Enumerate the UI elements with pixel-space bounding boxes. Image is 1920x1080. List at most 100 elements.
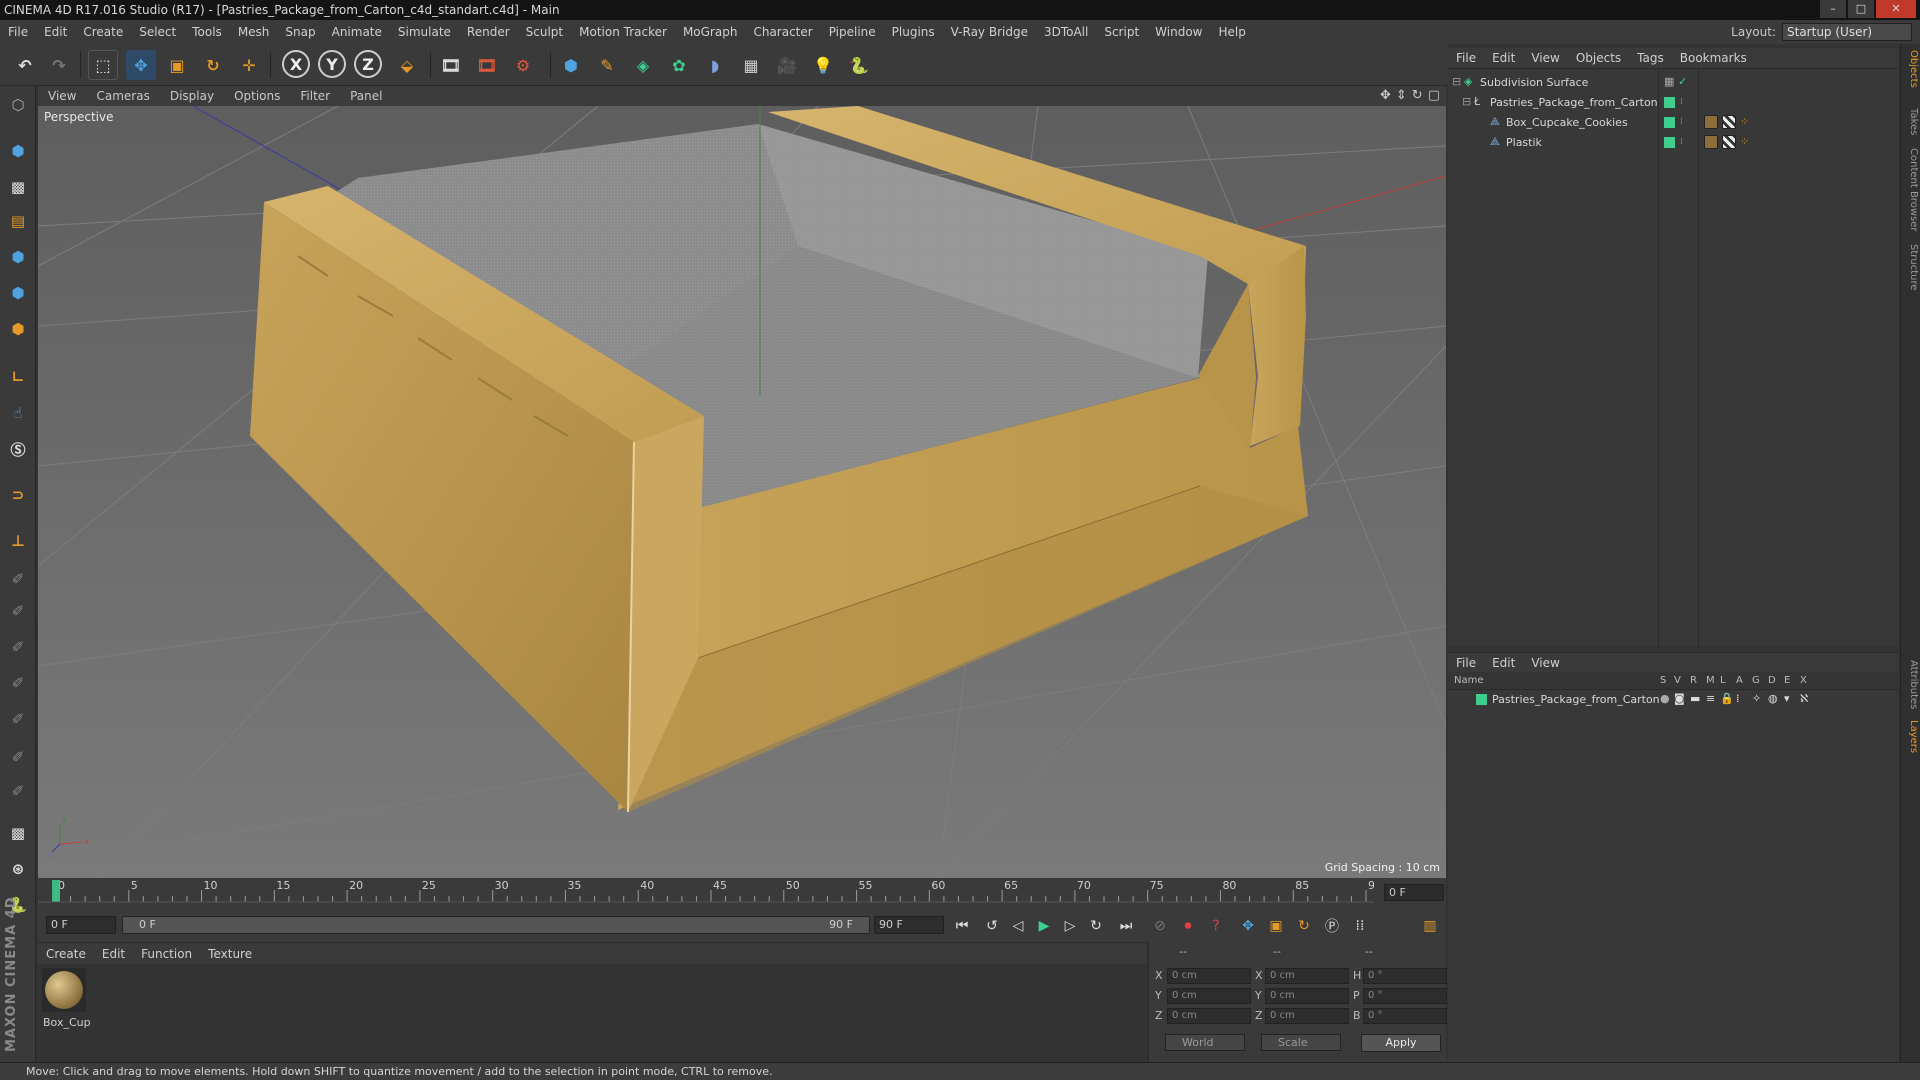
- magnet-icon[interactable]: ⊃: [3, 480, 33, 510]
- undo-icon[interactable]: ↶: [10, 50, 40, 80]
- tree-collapse-icon[interactable]: ⊟: [1462, 96, 1474, 108]
- menu-pipeline[interactable]: Pipeline: [821, 20, 884, 44]
- menu-create[interactable]: Create: [75, 20, 131, 44]
- menu-3dtoall[interactable]: 3DToAll: [1036, 20, 1096, 44]
- preview-range-slider[interactable]: 0 F 90 F: [122, 916, 870, 934]
- key-pla-icon[interactable]: ⁞⁞: [1348, 914, 1372, 938]
- menu-motion-tracker[interactable]: Motion Tracker: [571, 20, 675, 44]
- sculpt-brush-4-icon[interactable]: ✐: [3, 668, 33, 698]
- objects-menu-tags[interactable]: Tags: [1629, 51, 1672, 65]
- sculpt-brush-5-icon[interactable]: ✐: [3, 704, 33, 734]
- world-coordinates-icon[interactable]: ⬙: [392, 50, 422, 80]
- redo-icon[interactable]: ↷: [44, 50, 74, 80]
- layer-xref-icon[interactable]: ℵ: [1800, 693, 1812, 705]
- layer-color-swatch[interactable]: [1664, 117, 1675, 128]
- viewport-menu-options[interactable]: Options: [224, 89, 290, 103]
- python-icon[interactable]: 🐍: [844, 50, 874, 80]
- tab-layers[interactable]: Layers: [1903, 720, 1919, 753]
- menu-vray-bridge[interactable]: V-Ray Bridge: [943, 20, 1036, 44]
- viewport-rotate-icon[interactable]: ↻: [1412, 88, 1423, 103]
- menu-animate[interactable]: Animate: [324, 20, 390, 44]
- object-row-pastries-package[interactable]: ⊟ Ł Pastries_Package_from_Carton ⁞: [1448, 93, 1898, 113]
- texture-tag-icon[interactable]: [1722, 115, 1736, 129]
- menu-tools[interactable]: Tools: [184, 20, 230, 44]
- size-x-field[interactable]: 0 cm: [1265, 968, 1349, 984]
- layer-solo-icon[interactable]: ●: [1660, 693, 1672, 705]
- layers-menu-view[interactable]: View: [1523, 656, 1567, 670]
- layers-menu-file[interactable]: File: [1448, 656, 1484, 670]
- cloner-icon[interactable]: ✿: [664, 50, 694, 80]
- phong-tag-icon[interactable]: ⁘: [1740, 116, 1752, 128]
- scale-tool-icon[interactable]: ▣: [162, 50, 192, 80]
- sculpt-brush-6-icon[interactable]: ✐: [3, 742, 33, 772]
- checker-grid-icon[interactable]: ▩: [3, 818, 33, 848]
- visibility-dots-icon[interactable]: ⁞: [1680, 116, 1692, 128]
- prev-key-icon[interactable]: ↺: [980, 914, 1004, 938]
- position-z-field[interactable]: 0 cm: [1167, 1008, 1251, 1024]
- layer-animation-icon[interactable]: ⁞: [1736, 693, 1748, 705]
- workplane-icon[interactable]: ▤: [3, 206, 33, 236]
- size-z-field[interactable]: 0 cm: [1265, 1008, 1349, 1024]
- layer-color-swatch[interactable]: [1476, 694, 1487, 705]
- material-tag-icon[interactable]: [1704, 135, 1718, 149]
- render-view-icon[interactable]: 🎞: [436, 50, 466, 80]
- layer-row[interactable]: Pastries_Package_from_Carton ● ◙ ▬ ≡ 🔒 ⁞…: [1448, 690, 1898, 710]
- layer-render-icon[interactable]: ▬: [1690, 693, 1702, 705]
- rotation-h-field[interactable]: 0 °: [1363, 968, 1447, 984]
- visibility-dots-icon[interactable]: ⁞: [1680, 96, 1692, 108]
- menu-file[interactable]: File: [0, 20, 36, 44]
- transform-tool-icon[interactable]: ✛: [234, 50, 264, 80]
- viewport-menu-panel[interactable]: Panel: [340, 89, 392, 103]
- tab-attributes[interactable]: Attributes: [1903, 660, 1919, 709]
- timeline-ruler[interactable]: 051015202530354045505560657075808590 0 F: [38, 878, 1446, 908]
- menu-mograph[interactable]: MoGraph: [675, 20, 746, 44]
- sculpt-brush-2-icon[interactable]: ✐: [3, 596, 33, 626]
- sculpt-brush-1-icon[interactable]: ✐: [3, 564, 33, 594]
- menu-select[interactable]: Select: [131, 20, 184, 44]
- y-axis-lock-button[interactable]: Y: [318, 50, 346, 78]
- menu-character[interactable]: Character: [745, 20, 820, 44]
- tab-takes[interactable]: Takes: [1903, 108, 1919, 135]
- apply-button[interactable]: Apply: [1361, 1034, 1441, 1052]
- sculpt-brush-7-icon[interactable]: ✐: [3, 776, 33, 806]
- x-axis-lock-button[interactable]: X: [282, 50, 310, 78]
- next-key-icon[interactable]: ↻: [1084, 914, 1108, 938]
- cube-primitive-icon[interactable]: ⬢: [556, 50, 586, 80]
- layer-color-swatch[interactable]: [1664, 137, 1675, 148]
- rotation-b-field[interactable]: 0 °: [1363, 1008, 1447, 1024]
- perspective-viewport[interactable]: y x z Perspective Grid Spacing : 10 cm: [38, 106, 1446, 878]
- key-rotation-icon[interactable]: ↻: [1292, 914, 1316, 938]
- objects-menu-edit[interactable]: Edit: [1484, 51, 1523, 65]
- object-row-box-cupcake-cookies[interactable]: ⟁ Box_Cupcake_Cookies ⁞ ⁘: [1448, 113, 1898, 133]
- model-mode-icon[interactable]: ⬢: [3, 136, 33, 166]
- layer-lock-icon[interactable]: 🔒: [1720, 693, 1734, 705]
- subdivision-surface-icon[interactable]: ◈: [628, 50, 658, 80]
- menu-plugins[interactable]: Plugins: [884, 20, 943, 44]
- menu-edit[interactable]: Edit: [36, 20, 75, 44]
- prev-frame-icon[interactable]: ◁: [1006, 914, 1030, 938]
- minimize-button[interactable]: –: [1820, 0, 1846, 18]
- render-picture-viewer-icon[interactable]: 🎞: [472, 50, 502, 80]
- viewport-move-icon[interactable]: ✥: [1380, 88, 1391, 103]
- record-keys-icon[interactable]: ⏺: [1176, 914, 1200, 938]
- objects-menu-objects[interactable]: Objects: [1568, 51, 1629, 65]
- points-mode-icon[interactable]: ⬢: [3, 242, 33, 272]
- sculpt-brush-3-icon[interactable]: ✐: [3, 632, 33, 662]
- enabled-check-icon[interactable]: ✓: [1678, 76, 1690, 88]
- material-menu-edit[interactable]: Edit: [94, 947, 133, 961]
- viewport-maximize-icon[interactable]: ▢: [1428, 88, 1440, 103]
- position-x-field[interactable]: 0 cm: [1167, 968, 1251, 984]
- camera-icon[interactable]: 🎥: [772, 50, 802, 80]
- key-position-icon[interactable]: ✥: [1236, 914, 1260, 938]
- layer-expressions-icon[interactable]: ▾: [1784, 693, 1796, 705]
- viewport-dolly-icon[interactable]: ⇕: [1396, 88, 1407, 103]
- object-row-subdivision-surface[interactable]: ⊟ ◈ Subdivision Surface ▦ ✓: [1448, 73, 1898, 93]
- layer-view-icon[interactable]: ◙: [1674, 693, 1686, 705]
- menu-window[interactable]: Window: [1147, 20, 1210, 44]
- record-disabled-icon[interactable]: ⊘: [1148, 914, 1172, 938]
- material-menu-function[interactable]: Function: [133, 947, 200, 961]
- end-frame-field[interactable]: 90 F: [874, 916, 944, 934]
- size-y-field[interactable]: 0 cm: [1265, 988, 1349, 1004]
- autokey-icon[interactable]: ?: [1204, 914, 1228, 938]
- menu-simulate[interactable]: Simulate: [390, 20, 459, 44]
